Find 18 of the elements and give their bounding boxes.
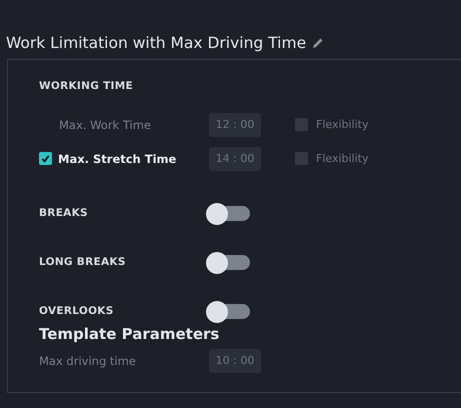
toggle-label: OVERLOOKS [39, 305, 115, 317]
page-title: Work Limitation with Max Driving Time [6, 34, 306, 52]
checkbox[interactable] [295, 118, 308, 131]
field-label: Max driving time [39, 354, 136, 368]
time-field[interactable]: 12 : 00 [209, 112, 261, 136]
checkbox[interactable] [39, 152, 52, 165]
section-heading: Template Parameters [39, 325, 220, 343]
checkbox-label: Flexibility [316, 118, 368, 131]
toggle-label: BREAKS [39, 207, 89, 219]
checkbox[interactable] [295, 152, 308, 165]
time-field[interactable]: 10 : 00 [209, 348, 261, 372]
toggle-label: LONG BREAKS [39, 256, 127, 268]
time-field[interactable]: 14 : 00 [209, 146, 261, 170]
pencil-icon[interactable] [312, 37, 324, 49]
field-label: Max. Stretch Time [58, 152, 176, 166]
section-heading: WORKING TIME [39, 80, 134, 92]
checkbox-label: Flexibility [316, 152, 368, 165]
field-label: Max. Work Time [58, 118, 152, 132]
